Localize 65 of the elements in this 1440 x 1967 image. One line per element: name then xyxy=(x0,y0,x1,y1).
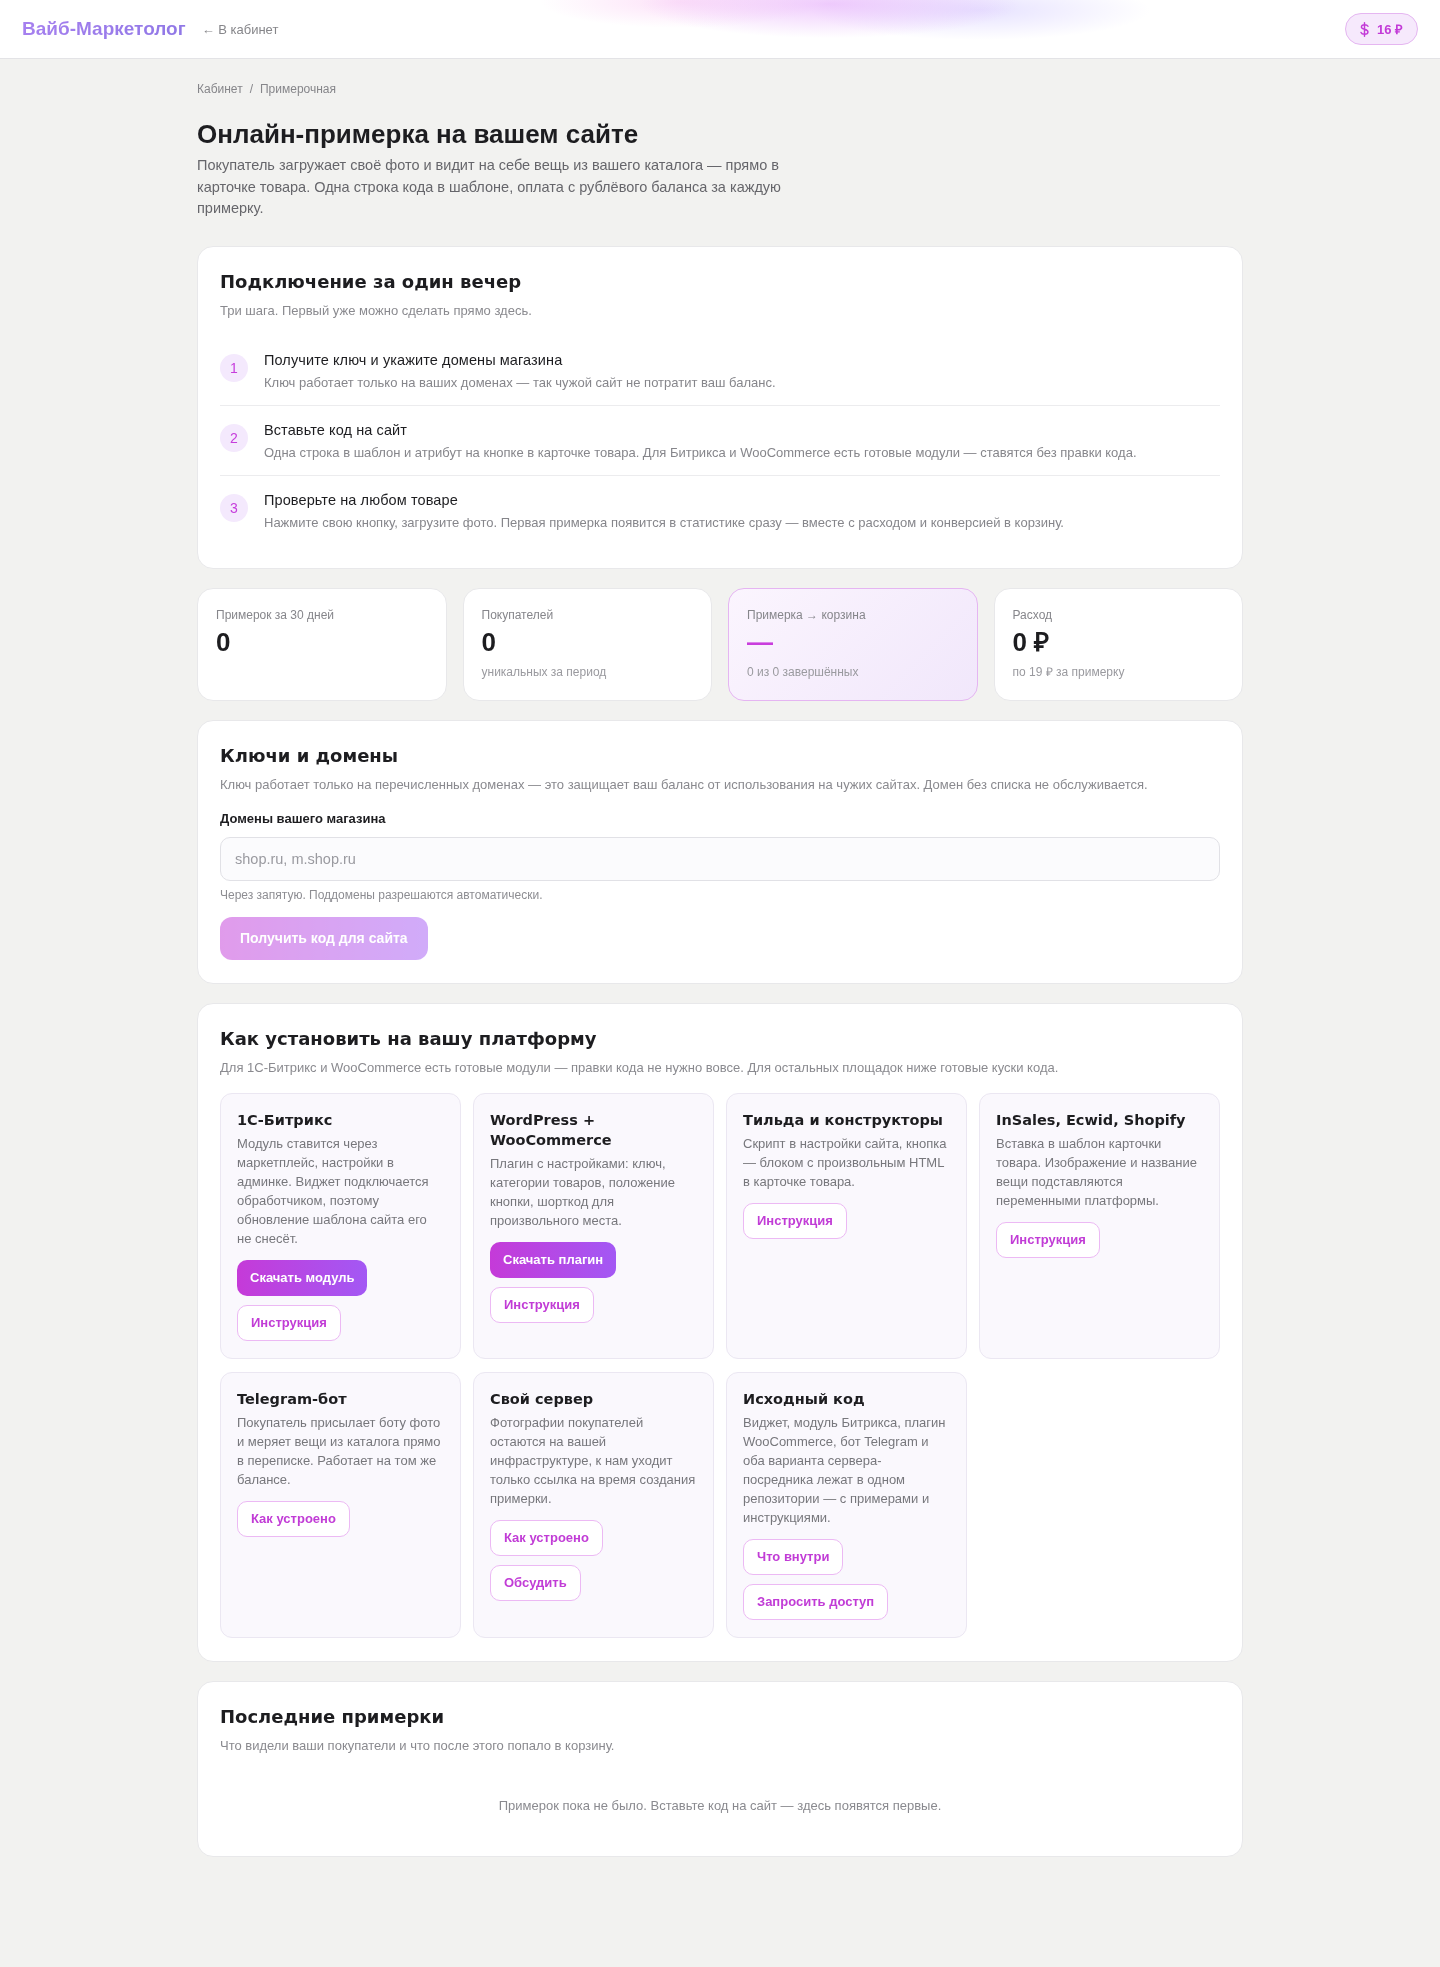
platform-title: 1С-Битрикс xyxy=(237,1110,334,1130)
empty-state-message: Примерок пока не было. Вставьте код на сайт — здесь появятся первые. xyxy=(498,1796,942,1815)
page-description: Покупатель загружает своё фото и видит на себе вещь из вашего каталога — прямо в карточке товара. Одна строка кода в шаблоне, оплата с рублёвого баланса за каждую примерку. xyxy=(197,156,782,218)
card-subtitle: Для 1С-Битрикс и WooCommerce есть готовые модули — правки кода не нужно вовсе. Для остальных площадок ниже готовые куски кода. xyxy=(220,1058,1060,1077)
secondary-button[interactable]: Инструкция xyxy=(490,1286,594,1323)
step-description: Нажмите свою кнопку, загрузите фото. Первая примерка появится в статистике сразу — вместе с расходом и конверсией в корзину. xyxy=(264,513,1064,532)
card-subtitle: Что видели ваши покупатели и что после этого попало в корзину. xyxy=(220,1736,616,1755)
step-title: Вставьте код на сайт xyxy=(264,420,409,440)
secondary-button[interactable]: Обсудить xyxy=(490,1564,581,1601)
platform-description: Фотографии покупателей остаются на вашей инфраструктуре, к нам уходит только ссылка на время создания примерки. xyxy=(490,1413,697,1508)
secondary-button[interactable]: Инструкция xyxy=(237,1304,341,1341)
step-description: Одна строка в шаблон и атрибут на кнопке в карточке товара. Для Битрикса и WooCommerce есть готовые модули — ставятся без правки кода. xyxy=(264,443,1137,462)
step-title: Получите ключ и укажите домены магазина xyxy=(264,350,564,370)
secondary-button[interactable]: Инструкция xyxy=(996,1221,1100,1258)
primary-button[interactable]: Скачать плагин xyxy=(490,1241,617,1278)
secondary-button[interactable]: Как устроено xyxy=(237,1500,350,1537)
platform-description: Плагин с настройками: ключ, категории товаров, положение кнопки, шорткод для произвольного места. xyxy=(490,1154,677,1230)
stat-value: 0 xyxy=(216,625,232,658)
platform-description: Модуль ставится через маркетплейс, настройки в админке. Виджет подключается обработчиком, поэтому обновление шаблона сайта его не снесёт. xyxy=(237,1134,430,1248)
stat-value: 0 xyxy=(481,625,497,658)
card-title: Последние примерки xyxy=(220,1704,446,1729)
card-title: Как установить на вашу платформу xyxy=(220,1026,598,1051)
breadcrumb-link[interactable]: Кабинет xyxy=(197,81,243,97)
platform-title: Telegram-бот xyxy=(237,1389,348,1409)
card-subtitle: Ключ работает только на перечисленных доменах — это защищает ваш баланс от использования на чужих сайтах. Домен без списка не обслуживается. xyxy=(220,775,1149,794)
balance-button[interactable]: 16 ₽ xyxy=(1344,13,1418,45)
step-title: Проверьте на любом товаре xyxy=(264,490,459,510)
platform-title: WordPress + WooCommerce xyxy=(490,1110,613,1150)
stat-note: 0 из 0 завершённых xyxy=(747,663,860,680)
card-title: Ключи и домены xyxy=(220,743,400,768)
step-number: 2 xyxy=(220,423,248,452)
platform-title: Тильда и конструкторы xyxy=(743,1110,944,1130)
stat-note: уникальных за период xyxy=(481,663,608,680)
stat-label: Покупателей xyxy=(481,606,555,623)
card-title: Подключение за один вечер xyxy=(220,269,523,294)
field-label: Домены вашего магазина xyxy=(220,809,387,828)
platform-title: Исходный код xyxy=(743,1389,866,1409)
field-hint: Через запятую. Поддомены разрешаются автоматически. xyxy=(220,886,544,903)
domains-input[interactable]: shop.ru, m.shop.ru xyxy=(220,836,1220,881)
platform-title: Свой сервер xyxy=(490,1389,595,1409)
secondary-button[interactable]: Запросить доступ xyxy=(743,1583,889,1620)
stat-value: — xyxy=(747,625,774,658)
step-number: 1 xyxy=(220,353,248,382)
page-title: Онлайн-примерка на вашем сайте xyxy=(197,118,640,151)
stat-value: 0 ₽ xyxy=(1012,625,1051,658)
platform-description: Покупатель присылает боту фото и меряет вещи из каталога прямо в переписке. Работает на том же балансе. xyxy=(237,1413,442,1489)
stat-label: Расход xyxy=(1012,606,1054,623)
back-link[interactable]: ← В кабинет xyxy=(201,21,279,37)
platform-description: Скрипт в настройки сайта, кнопка — блоком с произвольным HTML в карточке товара. xyxy=(743,1134,948,1191)
secondary-button[interactable]: Инструкция xyxy=(743,1202,847,1239)
card-subtitle: Три шага. Первый уже можно сделать прямо здесь. xyxy=(220,301,533,320)
breadcrumb-separator: / xyxy=(249,81,253,97)
primary-button[interactable]: Скачать модуль xyxy=(237,1259,368,1296)
step-number: 3 xyxy=(220,493,248,522)
dollar-icon xyxy=(1359,21,1369,37)
breadcrumb-current: Примерочная xyxy=(260,81,337,97)
step-description: Ключ работает только на ваших доменах — так чужой сайт не потратит ваш баланс. xyxy=(264,373,776,392)
platform-description: Вставка в шаблон карточки товара. Изображение и название вещи подставляются переменными платформы. xyxy=(996,1134,1198,1210)
platform-description: Виджет, модуль Битрикса, плагин WooCommerce, бот Telegram и оба варианта сервера-посредника лежат в одном репозитории — с примерами и инструкциями. xyxy=(743,1413,947,1527)
stat-label: Примерка → корзина xyxy=(747,606,867,623)
platform-title: InSales, Ecwid, Shopify xyxy=(996,1110,1187,1130)
stat-label: Примерок за 30 дней xyxy=(216,606,336,623)
stat-note: по 19 ₽ за примерку xyxy=(1012,663,1126,680)
secondary-button[interactable]: Как устроено xyxy=(490,1519,603,1556)
secondary-button[interactable]: Что внутри xyxy=(743,1538,844,1575)
